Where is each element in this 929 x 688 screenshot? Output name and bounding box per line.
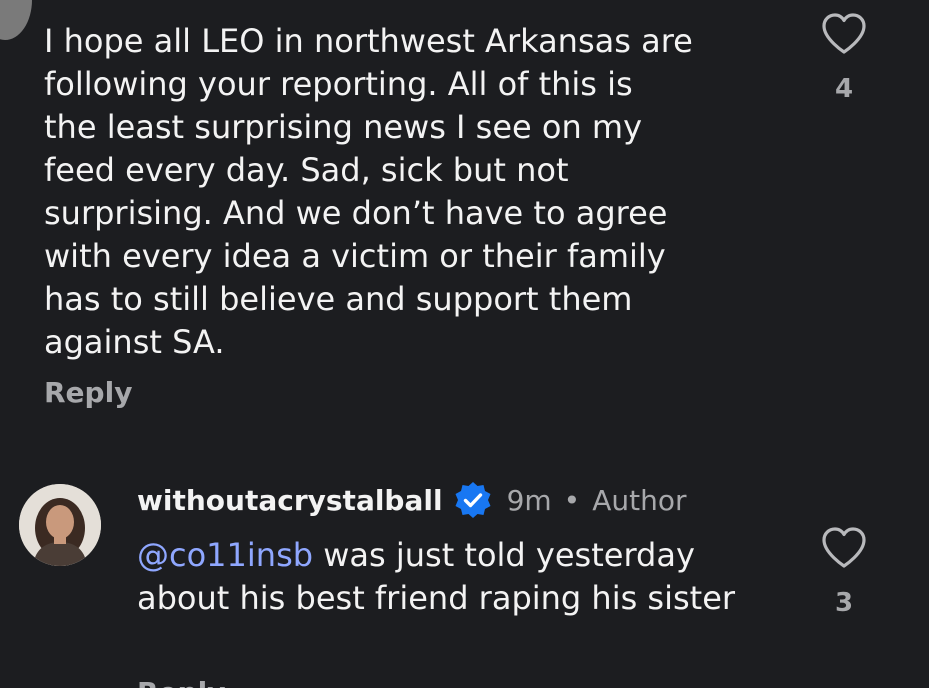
username[interactable]: withoutacrystalball	[137, 484, 443, 517]
comments-screen: I hope all LEO in northwest Arkansas are…	[0, 0, 929, 688]
heart-outline-icon[interactable]	[814, 526, 874, 570]
author-label: Author	[592, 483, 687, 517]
heart-outline-icon[interactable]	[814, 12, 874, 56]
reply-button[interactable]: Reply	[137, 676, 225, 688]
comment-text: @co11insb was just told yesterday about …	[137, 534, 797, 620]
verified-badge-icon	[453, 480, 493, 520]
meta-separator: •	[563, 483, 581, 517]
previous-commenter-avatar[interactable]	[0, 0, 32, 40]
like-count: 4	[834, 74, 854, 104]
like-group: 3	[814, 526, 874, 618]
comment-header: withoutacrystalball 9m • Author	[137, 478, 686, 522]
comment-time: 9m	[506, 483, 552, 517]
like-group: 4	[814, 12, 874, 104]
comment-text: I hope all LEO in northwest Arkansas are…	[44, 22, 693, 361]
reply-button[interactable]: Reply	[44, 376, 132, 409]
mention-link[interactable]: @co11insb	[137, 536, 313, 574]
like-count: 3	[834, 588, 854, 618]
avatar-photo	[19, 484, 101, 566]
avatar[interactable]	[19, 484, 101, 566]
